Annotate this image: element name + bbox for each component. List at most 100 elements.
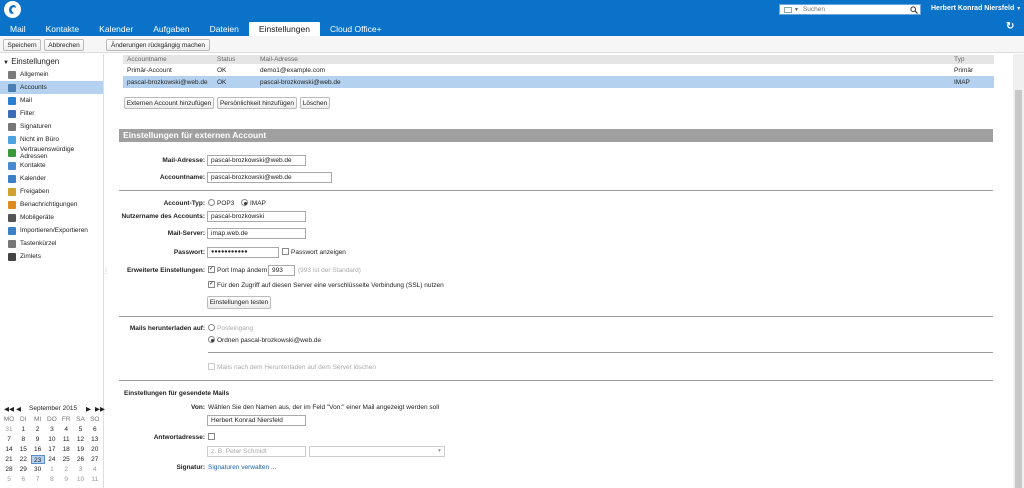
undo-changes-button[interactable]: Änderungen rückgängig machen xyxy=(106,39,210,51)
calendar-day[interactable]: 8 xyxy=(16,435,30,444)
tab-mail[interactable]: Mail xyxy=(0,22,36,36)
sidebar-item-importieren-exportieren[interactable]: Importieren/Exportieren xyxy=(0,224,103,237)
sidebar-item-mobilgeräte[interactable]: Mobilgeräte xyxy=(0,211,103,224)
add-persona-button[interactable]: Persönlichkeit hinzufügen xyxy=(217,97,297,109)
password-field[interactable]: ●●●●●●●●●●● xyxy=(207,247,279,258)
show-password-checkbox[interactable]: Passwort anzeigen xyxy=(282,248,346,256)
pop3-radio[interactable]: POP3 xyxy=(208,199,234,207)
next-year-icon[interactable]: ▶▶ xyxy=(95,405,105,413)
tab-kontakte[interactable]: Kontakte xyxy=(36,22,90,36)
calendar-day[interactable]: 1 xyxy=(16,425,30,434)
column-header-status[interactable]: Status xyxy=(213,55,256,64)
folder-radio[interactable]: Ordnen pascal-brozkowski@web.de xyxy=(208,336,321,344)
calendar-day[interactable]: 19 xyxy=(74,445,88,454)
calendar-day[interactable]: 23 xyxy=(30,455,45,464)
calendar-day[interactable]: 10 xyxy=(74,475,88,484)
collapse-icon[interactable]: ▼ xyxy=(3,60,9,66)
calendar-day[interactable]: 31 xyxy=(2,425,16,434)
calendar-day[interactable]: 27 xyxy=(88,455,102,464)
calendar-day[interactable]: 16 xyxy=(31,445,45,454)
reply-to-address-select[interactable]: ▼ xyxy=(309,446,445,457)
calendar-day[interactable]: 7 xyxy=(31,475,45,484)
tab-cloud-office[interactable]: Cloud Office+ xyxy=(320,22,392,36)
cancel-button[interactable]: Abbrechen xyxy=(44,39,84,51)
calendar-day[interactable]: 13 xyxy=(88,435,102,444)
scrollbar-thumb[interactable] xyxy=(1015,90,1022,488)
reply-to-name-field[interactable]: z. B. Peter Schmidt xyxy=(207,446,306,457)
save-button[interactable]: Speichern xyxy=(3,39,41,51)
mail-address-field[interactable]: pascal-brozkowski@web.de xyxy=(207,155,306,166)
add-external-account-button[interactable]: Externen Account hinzufügen xyxy=(124,97,214,109)
user-menu[interactable]: Herbert Konrad Niersfeld ▼ xyxy=(931,5,1021,12)
calendar-day[interactable]: 10 xyxy=(45,435,59,444)
mail-server-field[interactable]: imap.web.de xyxy=(207,228,306,239)
sidebar-item-kalender[interactable]: Kalender xyxy=(0,172,103,185)
calendar-day[interactable]: 24 xyxy=(45,455,59,464)
calendar-day[interactable]: 9 xyxy=(59,475,73,484)
calendar-day[interactable]: 26 xyxy=(74,455,88,464)
calendar-day[interactable]: 18 xyxy=(59,445,73,454)
change-port-checkbox[interactable]: ✓ Port Imap ändern xyxy=(208,266,267,274)
sidebar-item-kontakte[interactable]: Kontakte xyxy=(0,159,103,172)
calendar-day[interactable]: 5 xyxy=(74,425,88,434)
calendar-day[interactable]: 30 xyxy=(31,465,45,474)
column-header-accountname[interactable]: Accountname xyxy=(123,55,213,64)
refresh-icon[interactable]: ↻ xyxy=(1006,21,1014,32)
sidebar-item-signaturen[interactable]: Signaturen xyxy=(0,120,103,133)
sidebar-item-freigaben[interactable]: Freigaben xyxy=(0,185,103,198)
tab-einstellungen[interactable]: Einstellungen xyxy=(248,22,320,36)
calendar-day[interactable]: 2 xyxy=(31,425,45,434)
sidebar-item-vertrauenswürdige-adressen[interactable]: Vertrauenswürdige Adressen xyxy=(0,146,103,160)
sidebar-item-mail[interactable]: Mail xyxy=(0,94,103,107)
manage-signatures-link[interactable]: Signaturen verwalten ... xyxy=(208,464,276,471)
inbox-radio[interactable]: Posteingang xyxy=(208,324,253,332)
next-month-icon[interactable]: ▶ xyxy=(86,405,91,413)
tab-kalender[interactable]: Kalender xyxy=(89,22,143,36)
sidebar-item-benachrichtigungen[interactable]: Benachrichtigungen xyxy=(0,198,103,211)
calendar-day[interactable]: 17 xyxy=(45,445,59,454)
delete-button[interactable]: Löschen xyxy=(300,97,330,109)
calendar-day[interactable]: 25 xyxy=(59,455,73,464)
calendar-day[interactable]: 5 xyxy=(2,475,16,484)
sidebar-item-tastenkürzel[interactable]: Tastenkürzel xyxy=(0,237,103,250)
calendar-day[interactable]: 12 xyxy=(74,435,88,444)
table-row[interactable]: pascal-brozkowski@web.de OK pascal-brozk… xyxy=(123,76,994,88)
calendar-day[interactable]: 22 xyxy=(16,455,30,464)
sidebar-item-allgemein[interactable]: Allgemein xyxy=(0,68,103,81)
calendar-day[interactable]: 11 xyxy=(88,475,102,484)
calendar-day[interactable]: 2 xyxy=(59,465,73,474)
calendar-day[interactable]: 15 xyxy=(16,445,30,454)
calendar-month-title[interactable]: September 2015 xyxy=(29,405,77,412)
port-field[interactable]: 993 xyxy=(268,265,295,276)
calendar-day[interactable]: 9 xyxy=(31,435,45,444)
calendar-day[interactable]: 7 xyxy=(2,435,16,444)
calendar-day[interactable]: 6 xyxy=(88,425,102,434)
search-icon[interactable] xyxy=(910,5,918,14)
sidebar-item-accounts[interactable]: Accounts xyxy=(0,81,103,94)
sidebar-item-zimlets[interactable]: Zimlets xyxy=(0,250,103,263)
prev-year-icon[interactable]: ◀◀ xyxy=(4,405,14,413)
calendar-day[interactable]: 1 xyxy=(45,465,59,474)
calendar-day[interactable]: 4 xyxy=(59,425,73,434)
prev-month-icon[interactable]: ◀ xyxy=(16,405,21,413)
calendar-day[interactable]: 4 xyxy=(88,465,102,474)
test-settings-button[interactable]: Einstellungen testen xyxy=(207,296,271,309)
calendar-day[interactable]: 11 xyxy=(59,435,73,444)
calendar-day[interactable]: 28 xyxy=(2,465,16,474)
calendar-day[interactable]: 8 xyxy=(45,475,59,484)
column-header-mail[interactable]: Mail-Adresse xyxy=(256,55,950,64)
app-logo[interactable] xyxy=(4,1,21,18)
tab-aufgaben[interactable]: Aufgaben xyxy=(143,22,199,36)
calendar-day[interactable]: 29 xyxy=(16,465,30,474)
delete-after-download-checkbox[interactable]: Mails nach dem Herunterladen auf dem Ser… xyxy=(208,363,376,371)
tab-dateien[interactable]: Dateien xyxy=(200,22,249,36)
calendar-day[interactable]: 21 xyxy=(2,455,16,464)
username-field[interactable]: pascal-brozkowski xyxy=(207,211,306,222)
sidebar-item-nicht-im-büro[interactable]: Nicht im Büro xyxy=(0,133,103,146)
search-input[interactable] xyxy=(802,6,908,13)
ssl-checkbox[interactable]: ✓ Für den Zugriff auf diesen Server eine … xyxy=(208,281,444,289)
search-scope-icon[interactable] xyxy=(784,6,792,13)
from-name-field[interactable]: Herbert Konrad Niersfeld xyxy=(207,415,306,426)
sidebar-item-filter[interactable]: Filter xyxy=(0,107,103,120)
calendar-day[interactable]: 20 xyxy=(88,445,102,454)
